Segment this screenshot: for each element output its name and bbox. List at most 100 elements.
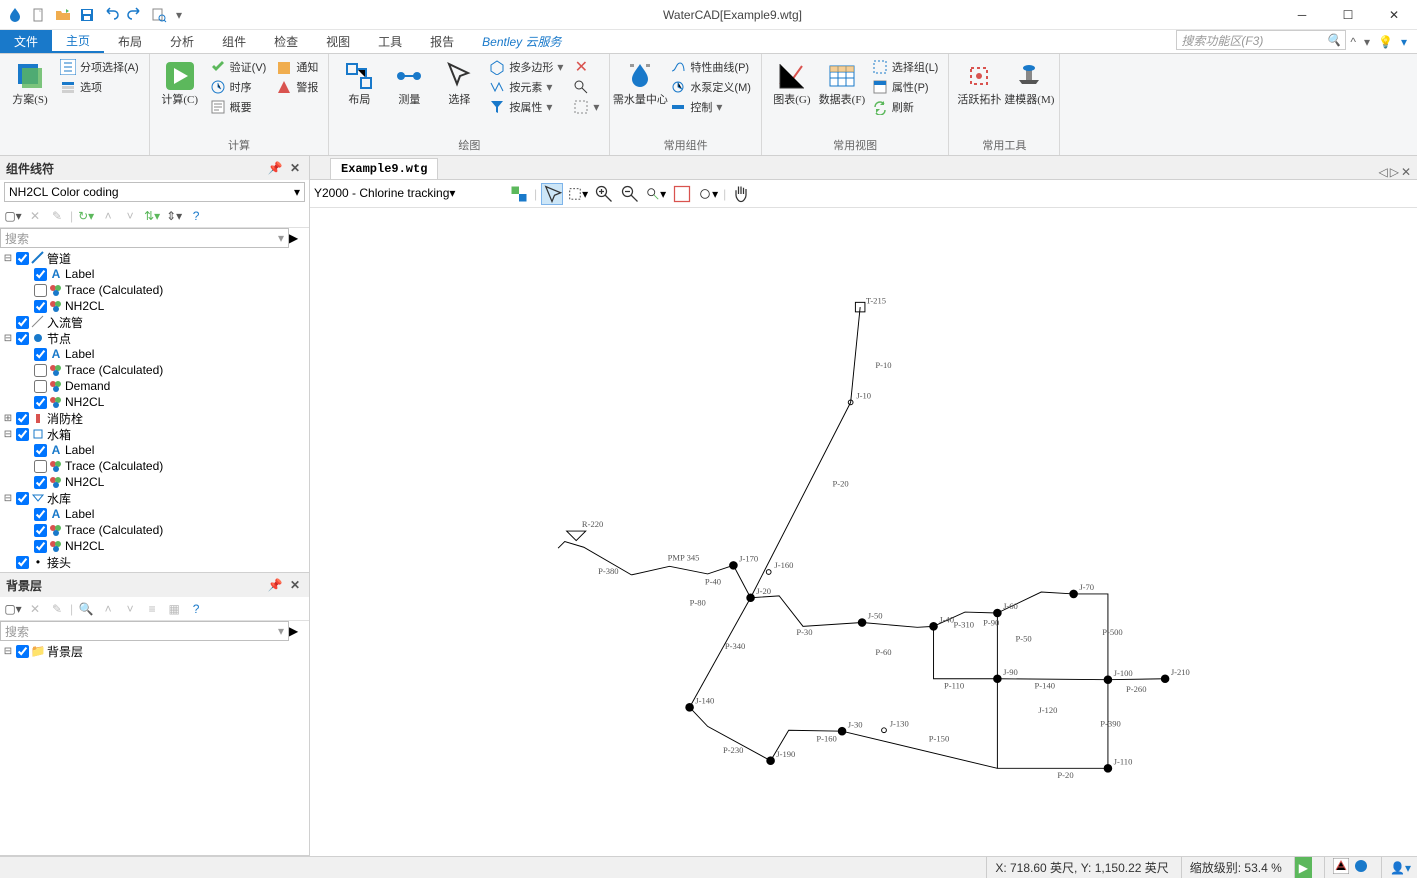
tab-layout[interactable]: 布局	[104, 30, 156, 53]
status-user-icon[interactable]: 👤▾	[1390, 861, 1411, 875]
properties-button[interactable]: 属性(P)	[868, 78, 942, 96]
compute-button[interactable]: 计算(C)	[156, 58, 204, 109]
summary-button[interactable]: 概要	[206, 98, 271, 116]
help-icon[interactable]: ?	[187, 600, 205, 618]
delete-button[interactable]: ✕	[569, 58, 603, 76]
tab-next-icon[interactable]: ▷	[1390, 165, 1399, 179]
lightbulb-icon[interactable]: 💡	[1378, 35, 1393, 49]
tree-tank[interactable]: 水箱	[47, 426, 71, 443]
symbology-search[interactable]: 搜索▾	[0, 228, 289, 248]
undo-icon[interactable]	[100, 4, 122, 26]
search-go-icon[interactable]: ▶	[289, 624, 309, 638]
select-button[interactable]: 选择	[435, 58, 483, 109]
demand-center-button[interactable]: 需水量中心	[616, 58, 664, 109]
zoom-prev-icon[interactable]: ▾	[645, 183, 667, 205]
select-tool-icon[interactable]	[541, 183, 563, 205]
symbology-dropdown[interactable]: NH2CL Color coding▾	[4, 182, 305, 202]
new-icon[interactable]	[28, 4, 50, 26]
print-preview-icon[interactable]	[148, 4, 170, 26]
table-button[interactable]: 数据表(F)	[818, 58, 866, 109]
selection-set-button[interactable]: 选择组(L)	[868, 58, 942, 76]
help-icon[interactable]: ?	[187, 207, 205, 225]
tree-joint[interactable]: 接头	[47, 554, 71, 571]
alarm-button[interactable]: 警报	[272, 78, 322, 96]
help-icon[interactable]: ▾	[1401, 35, 1407, 49]
tab-report[interactable]: 报告	[416, 30, 468, 53]
zoom-realtime-icon[interactable]: ▾	[697, 183, 719, 205]
pan-icon[interactable]	[730, 183, 752, 205]
by-element-button[interactable]: 按元素▾	[485, 78, 567, 96]
chart-button[interactable]: 图表(G)	[768, 58, 816, 109]
measure-button[interactable]: 测量	[385, 58, 433, 109]
tab-analysis[interactable]: 分析	[156, 30, 208, 53]
bg-layer-root[interactable]: 背景层	[47, 643, 83, 660]
tree-junction[interactable]: 节点	[47, 330, 71, 347]
layout-button[interactable]: 布局	[335, 58, 383, 109]
search-go-icon[interactable]: ▶	[289, 231, 309, 245]
model-canvas[interactable]: T-215J-10J-170PMP 345R-220J-160J-20J-50J…	[310, 208, 1417, 856]
save-icon[interactable]	[76, 4, 98, 26]
find-button[interactable]	[569, 78, 603, 96]
zoom-in-icon[interactable]	[593, 183, 615, 205]
sort-icon[interactable]: ⇕▾	[165, 207, 183, 225]
tab-cloud[interactable]: Bentley 云服务	[468, 30, 575, 53]
expand-icon[interactable]: ⇅▾	[143, 207, 161, 225]
tree-reservoir[interactable]: 水库	[47, 490, 71, 507]
status-a-icon[interactable]	[1333, 858, 1349, 877]
split-select-button[interactable]: 分项选择(A)	[56, 58, 143, 76]
refresh-icon[interactable]: ↻▾	[77, 207, 95, 225]
pin-icon[interactable]: 📌	[267, 160, 283, 176]
close-panel-icon[interactable]: ✕	[287, 160, 303, 176]
options-button[interactable]: 选项	[56, 78, 143, 96]
close-button[interactable]: ✕	[1371, 0, 1417, 30]
by-polygon-button[interactable]: 按多边形▾	[485, 58, 567, 76]
tab-view[interactable]: 视图	[312, 30, 364, 53]
file-menu[interactable]: 文件	[0, 30, 52, 53]
zoom-window-icon[interactable]	[671, 183, 693, 205]
new-icon[interactable]: ▢▾	[4, 600, 22, 618]
redo-icon[interactable]	[124, 4, 146, 26]
clear-select-button[interactable]: ▾	[569, 98, 603, 116]
scenario-dropdown[interactable]: Y2000 - Chlorine tracking▾	[314, 186, 504, 201]
timeseq-button[interactable]: 时序	[206, 78, 271, 96]
curve-button[interactable]: 特性曲线(P)	[666, 58, 755, 76]
new-icon[interactable]: ▢▾	[4, 207, 22, 225]
scenario-manager-icon[interactable]	[508, 183, 530, 205]
active-topology-button[interactable]: 活跃拓扑	[955, 58, 1003, 109]
bg-search[interactable]: 搜索▾	[0, 621, 289, 641]
status-run-icon[interactable]: ▶	[1294, 857, 1312, 878]
control-button[interactable]: 控制▾	[666, 98, 755, 116]
tab-close-icon[interactable]: ✕	[1401, 165, 1411, 179]
document-tab[interactable]: Example9.wtg	[330, 158, 438, 179]
tab-tools[interactable]: 工具	[364, 30, 416, 53]
modeler-button[interactable]: 建模器(M)	[1005, 58, 1053, 109]
scheme-button[interactable]: 方案(S)	[6, 58, 54, 109]
tree-lateral[interactable]: 入流管	[47, 314, 83, 331]
ribbon-search[interactable]: 搜索功能区(F3) 🔍	[1176, 30, 1346, 50]
app-icon[interactable]	[4, 4, 26, 26]
zoom-fit-icon[interactable]: 🔍	[77, 600, 95, 618]
zoom-out-icon[interactable]	[619, 183, 641, 205]
ribbon-dropdown-icon[interactable]: ▾	[1364, 35, 1370, 49]
close-panel-icon[interactable]: ✕	[287, 577, 303, 593]
open-icon[interactable]	[52, 4, 74, 26]
status-b-icon[interactable]	[1353, 858, 1369, 877]
pin-icon[interactable]: 📌	[267, 577, 283, 593]
tab-components[interactable]: 组件	[208, 30, 260, 53]
symbology-tree[interactable]: ⊟管道 ALabel Trace (Calculated) NH2CL 入流管 …	[0, 248, 309, 572]
maximize-button[interactable]: ☐	[1325, 0, 1371, 30]
notify-button[interactable]: 通知	[272, 58, 322, 76]
ribbon-collapse-icon[interactable]: ^	[1350, 35, 1356, 49]
tab-prev-icon[interactable]: ◁	[1378, 165, 1387, 179]
pump-def-button[interactable]: 水泵定义(M)	[666, 78, 755, 96]
verify-button[interactable]: 验证(V)	[206, 58, 271, 76]
refresh-button[interactable]: 刷新	[868, 98, 942, 116]
tree-pipe[interactable]: 管道	[47, 250, 71, 267]
tree-hydrant[interactable]: 消防栓	[47, 410, 83, 427]
zoom-extents-icon[interactable]: ▾	[567, 183, 589, 205]
tab-home[interactable]: 主页	[52, 30, 104, 53]
qat-customize-icon[interactable]: ▾	[172, 4, 186, 26]
minimize-button[interactable]: ─	[1279, 0, 1325, 30]
by-attribute-button[interactable]: 按属性▾	[485, 98, 567, 116]
tab-review[interactable]: 检查	[260, 30, 312, 53]
